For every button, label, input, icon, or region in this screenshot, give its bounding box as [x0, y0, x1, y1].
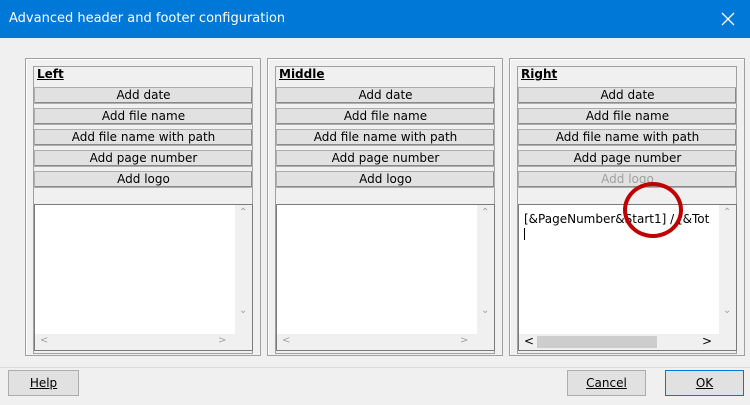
help-label: Help	[29, 376, 58, 390]
footer-separator	[0, 367, 750, 368]
scroll-down-icon[interactable]: ⌄	[481, 305, 489, 316]
scroll-corner	[719, 334, 736, 350]
ok-label: OK	[695, 376, 714, 390]
left-label: Left	[37, 67, 64, 81]
scroll-left-icon[interactable]: <	[282, 335, 290, 346]
right-vertical-scrollbar[interactable]: ⌃ ⌄	[719, 205, 736, 335]
middle-add-page-number-button[interactable]: Add page number	[276, 150, 495, 167]
left-group: Left Add date Add file name Add file nam…	[33, 66, 253, 354]
scroll-left-icon[interactable]: <	[40, 335, 48, 346]
scroll-down-icon[interactable]: ⌄	[723, 305, 731, 316]
left-add-file-name-button[interactable]: Add file name	[34, 108, 253, 125]
scroll-up-icon[interactable]: ⌃	[239, 207, 247, 218]
title-bar: Advanced header and footer configuration	[0, 0, 750, 38]
close-icon	[721, 12, 735, 26]
right-add-date-button[interactable]: Add date	[518, 87, 737, 104]
horizontal-scroll-thumb[interactable]	[537, 336, 657, 348]
close-button[interactable]	[706, 0, 750, 38]
left-add-page-number-button[interactable]: Add page number	[34, 150, 253, 167]
middle-group: Middle Add date Add file name Add file n…	[275, 66, 495, 354]
middle-add-file-name-with-path-button[interactable]: Add file name with path	[276, 129, 495, 146]
scroll-up-icon[interactable]: ⌃	[481, 207, 489, 218]
text-caret	[524, 228, 525, 240]
left-text-area[interactable]: ⌃ ⌄ < >	[34, 204, 253, 351]
ok-button[interactable]: OK	[665, 370, 744, 396]
left-add-logo-button[interactable]: Add logo	[34, 171, 253, 188]
right-text-content: [&PageNumber&Start1] / [&Tot	[524, 212, 710, 226]
middle-panel: Middle Add date Add file name Add file n…	[267, 58, 503, 356]
right-add-file-name-with-path-button[interactable]: Add file name with path	[518, 129, 737, 146]
cancel-label: Cancel	[586, 376, 627, 390]
help-button[interactable]: Help	[8, 370, 79, 396]
left-add-date-button[interactable]: Add date	[34, 87, 253, 104]
window-title: Advanced header and footer configuration	[9, 11, 286, 26]
scroll-corner	[235, 334, 252, 350]
left-add-file-name-with-path-button[interactable]: Add file name with path	[34, 129, 253, 146]
middle-horizontal-scrollbar[interactable]: < >	[277, 334, 478, 350]
scroll-corner	[477, 334, 494, 350]
scroll-right-icon[interactable]: >	[218, 335, 226, 346]
annotation-circle	[623, 182, 683, 238]
right-add-logo-button: Add logo	[518, 171, 737, 188]
scroll-up-icon[interactable]: ⌃	[723, 207, 731, 218]
left-panel: Left Add date Add file name Add file nam…	[25, 58, 261, 356]
scroll-down-icon[interactable]: ⌄	[239, 305, 247, 316]
left-horizontal-scrollbar[interactable]: < >	[35, 334, 236, 350]
right-horizontal-scrollbar[interactable]: < >	[519, 334, 720, 350]
scroll-left-icon[interactable]: <	[524, 334, 534, 348]
scroll-right-icon[interactable]: >	[460, 335, 468, 346]
middle-add-logo-button[interactable]: Add logo	[276, 171, 495, 188]
middle-vertical-scrollbar[interactable]: ⌃ ⌄	[477, 205, 494, 335]
left-vertical-scrollbar[interactable]: ⌃ ⌄	[235, 205, 252, 335]
cancel-button[interactable]: Cancel	[567, 370, 646, 396]
right-add-page-number-button[interactable]: Add page number	[518, 150, 737, 167]
middle-add-file-name-button[interactable]: Add file name	[276, 108, 495, 125]
middle-text-area[interactable]: ⌃ ⌄ < >	[276, 204, 495, 351]
scroll-right-icon[interactable]: >	[702, 334, 712, 348]
middle-add-date-button[interactable]: Add date	[276, 87, 495, 104]
right-label: Right	[521, 67, 558, 81]
right-add-file-name-button[interactable]: Add file name	[518, 108, 737, 125]
middle-label: Middle	[279, 67, 325, 81]
